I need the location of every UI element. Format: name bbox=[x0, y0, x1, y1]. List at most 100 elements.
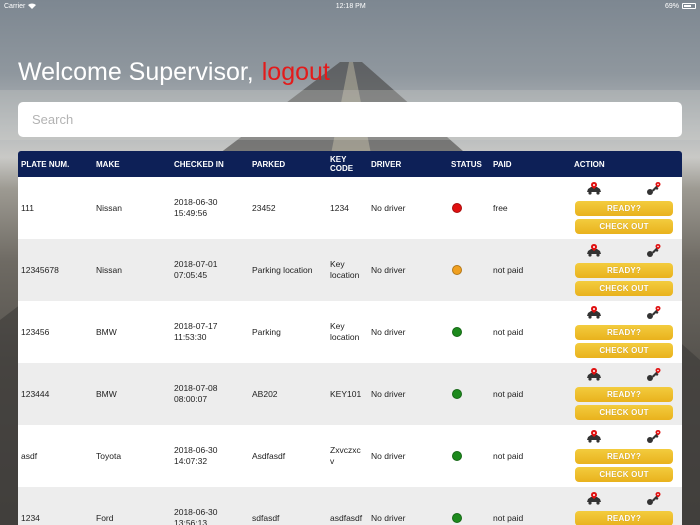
paid-cell: free bbox=[493, 203, 508, 213]
key-location-icon[interactable] bbox=[645, 492, 663, 506]
checked-in-date: 2018-06-30 bbox=[174, 507, 218, 517]
key-code-line2: location bbox=[330, 332, 360, 342]
ready-button[interactable]: READY? bbox=[575, 263, 673, 278]
checked-in-cell: 2018-06-30 15:49:56 bbox=[174, 197, 252, 219]
make-cell: Nissan bbox=[96, 203, 122, 213]
driver-cell: No driver bbox=[371, 265, 406, 275]
search-input[interactable] bbox=[18, 102, 682, 137]
status-dot-icon bbox=[452, 203, 462, 213]
table-row[interactable]: asdf Toyota 2018-06-30 14:07:32 Asdfasdf Zxvc… bbox=[18, 425, 682, 487]
welcome-heading: Welcome Supervisor, logout bbox=[18, 58, 330, 87]
status-dot-icon bbox=[452, 265, 462, 275]
parked-cell: Parking bbox=[252, 327, 281, 337]
col-action: ACTION bbox=[574, 159, 605, 169]
key-code-cell: asdfasdf bbox=[330, 513, 371, 524]
clock: 12:18 PM bbox=[335, 2, 366, 10]
status-cell bbox=[451, 389, 493, 399]
check-out-button[interactable]: CHECK OUT bbox=[575, 281, 673, 296]
table-row[interactable]: 123444 BMW 2018-07-08 08:00:07 AB202 KEY101 No… bbox=[18, 363, 682, 425]
checked-in-cell: 2018-07-01 07:05:45 bbox=[174, 259, 252, 281]
status-cell bbox=[451, 451, 493, 461]
ready-button[interactable]: READY? bbox=[575, 325, 673, 340]
key-code-cell: Key location bbox=[330, 321, 371, 343]
col-plate: PLATE NUM. bbox=[21, 159, 70, 169]
table-row[interactable]: 111 Nissan 2018-06-30 15:49:56 23452 1234 No d… bbox=[18, 177, 682, 239]
checked-in-date: 2018-06-30 bbox=[174, 197, 218, 207]
make-cell: Ford bbox=[96, 513, 114, 523]
battery-icon bbox=[682, 3, 696, 9]
parked-cell: sdfasdf bbox=[252, 513, 280, 523]
key-code-cell: 1234 bbox=[330, 203, 371, 214]
status-dot-icon bbox=[452, 513, 462, 523]
key-location-icon[interactable] bbox=[645, 430, 663, 444]
driver-cell: No driver bbox=[371, 327, 406, 337]
action-cell: READY? CHECK OUT bbox=[574, 430, 682, 482]
checked-in-time: 13:56:13 bbox=[174, 518, 208, 525]
status-cell bbox=[451, 265, 493, 275]
logout-link[interactable]: logout bbox=[262, 58, 330, 87]
checked-in-time: 15:49:56 bbox=[174, 208, 208, 218]
key-location-icon[interactable] bbox=[645, 244, 663, 258]
plate-cell: 123444 bbox=[21, 389, 50, 399]
key-code-cell: Zxvczxc v bbox=[330, 445, 371, 467]
key-code-line1: Key bbox=[330, 259, 345, 269]
plate-cell: 123456 bbox=[21, 327, 50, 337]
ready-button[interactable]: READY? bbox=[575, 449, 673, 464]
key-location-icon[interactable] bbox=[645, 182, 663, 196]
ready-button[interactable]: READY? bbox=[575, 387, 673, 402]
status-dot-icon bbox=[452, 389, 462, 399]
driver-cell: No driver bbox=[371, 513, 406, 523]
plate-cell: 111 bbox=[21, 203, 34, 213]
driver-cell: No driver bbox=[371, 203, 406, 213]
driver-cell: No driver bbox=[371, 389, 406, 399]
key-code-cell: KEY101 bbox=[330, 389, 371, 400]
table-row[interactable]: 1234 Ford 2018-06-30 13:56:13 sdfasdf asdfasd… bbox=[18, 487, 682, 525]
car-location-icon[interactable] bbox=[585, 244, 603, 258]
check-out-button[interactable]: CHECK OUT bbox=[575, 343, 673, 358]
make-cell: BMW bbox=[96, 327, 117, 337]
key-code-line1: 1234 bbox=[330, 202, 349, 213]
key-code-line2: location bbox=[330, 270, 360, 280]
check-out-button[interactable]: CHECK OUT bbox=[575, 405, 673, 420]
key-location-icon[interactable] bbox=[645, 306, 663, 320]
checked-in-cell: 2018-06-30 14:07:32 bbox=[174, 445, 252, 467]
key-code-line1: KEY101 bbox=[330, 388, 362, 399]
checked-in-time: 08:00:07 bbox=[174, 394, 208, 404]
action-cell: READY? CHECK OUT bbox=[574, 244, 682, 296]
col-status: STATUS bbox=[451, 159, 482, 169]
welcome-text: Welcome Supervisor, bbox=[18, 58, 254, 86]
wifi-icon bbox=[28, 3, 37, 9]
plate-cell: 12345678 bbox=[21, 265, 59, 275]
status-cell bbox=[451, 203, 493, 213]
checked-in-date: 2018-06-30 bbox=[174, 445, 218, 455]
col-key-code: KEY CODE bbox=[330, 155, 371, 173]
paid-cell: not paid bbox=[493, 451, 524, 461]
col-driver: DRIVER bbox=[371, 159, 402, 169]
car-location-icon[interactable] bbox=[585, 306, 603, 320]
key-code-line2: v bbox=[330, 456, 335, 466]
make-cell: Nissan bbox=[96, 265, 122, 275]
checked-in-time: 07:05:45 bbox=[174, 270, 208, 280]
make-cell: Toyota bbox=[96, 451, 122, 461]
car-location-icon[interactable] bbox=[585, 430, 603, 444]
car-location-icon[interactable] bbox=[585, 368, 603, 382]
status-dot-icon bbox=[452, 451, 462, 461]
check-out-button[interactable]: CHECK OUT bbox=[575, 219, 673, 234]
col-paid: PAID bbox=[493, 159, 512, 169]
status-bar: Carrier 12:18 PM 69% bbox=[0, 0, 700, 12]
action-cell: READY?CHECK OUT bbox=[574, 492, 682, 525]
car-location-icon[interactable] bbox=[585, 182, 603, 196]
col-key-line2: CODE bbox=[330, 164, 354, 173]
car-location-icon[interactable] bbox=[585, 492, 603, 506]
driver-cell: No driver bbox=[371, 451, 406, 461]
ready-button[interactable]: READY? bbox=[575, 201, 673, 216]
key-location-icon[interactable] bbox=[645, 368, 663, 382]
checked-in-cell: 2018-06-30 13:56:13 bbox=[174, 507, 252, 525]
ready-button[interactable]: READY? bbox=[575, 511, 673, 525]
checked-in-cell: 2018-07-17 11:53:30 bbox=[174, 321, 252, 343]
key-code-cell: Key location bbox=[330, 259, 371, 281]
table-row[interactable]: 123456 BMW 2018-07-17 11:53:30 Parking Key loc… bbox=[18, 301, 682, 363]
plate-cell: 1234 bbox=[21, 513, 40, 523]
table-row[interactable]: 12345678 Nissan 2018-07-01 07:05:45 Parking … bbox=[18, 239, 682, 301]
check-out-button[interactable]: CHECK OUT bbox=[575, 467, 673, 482]
